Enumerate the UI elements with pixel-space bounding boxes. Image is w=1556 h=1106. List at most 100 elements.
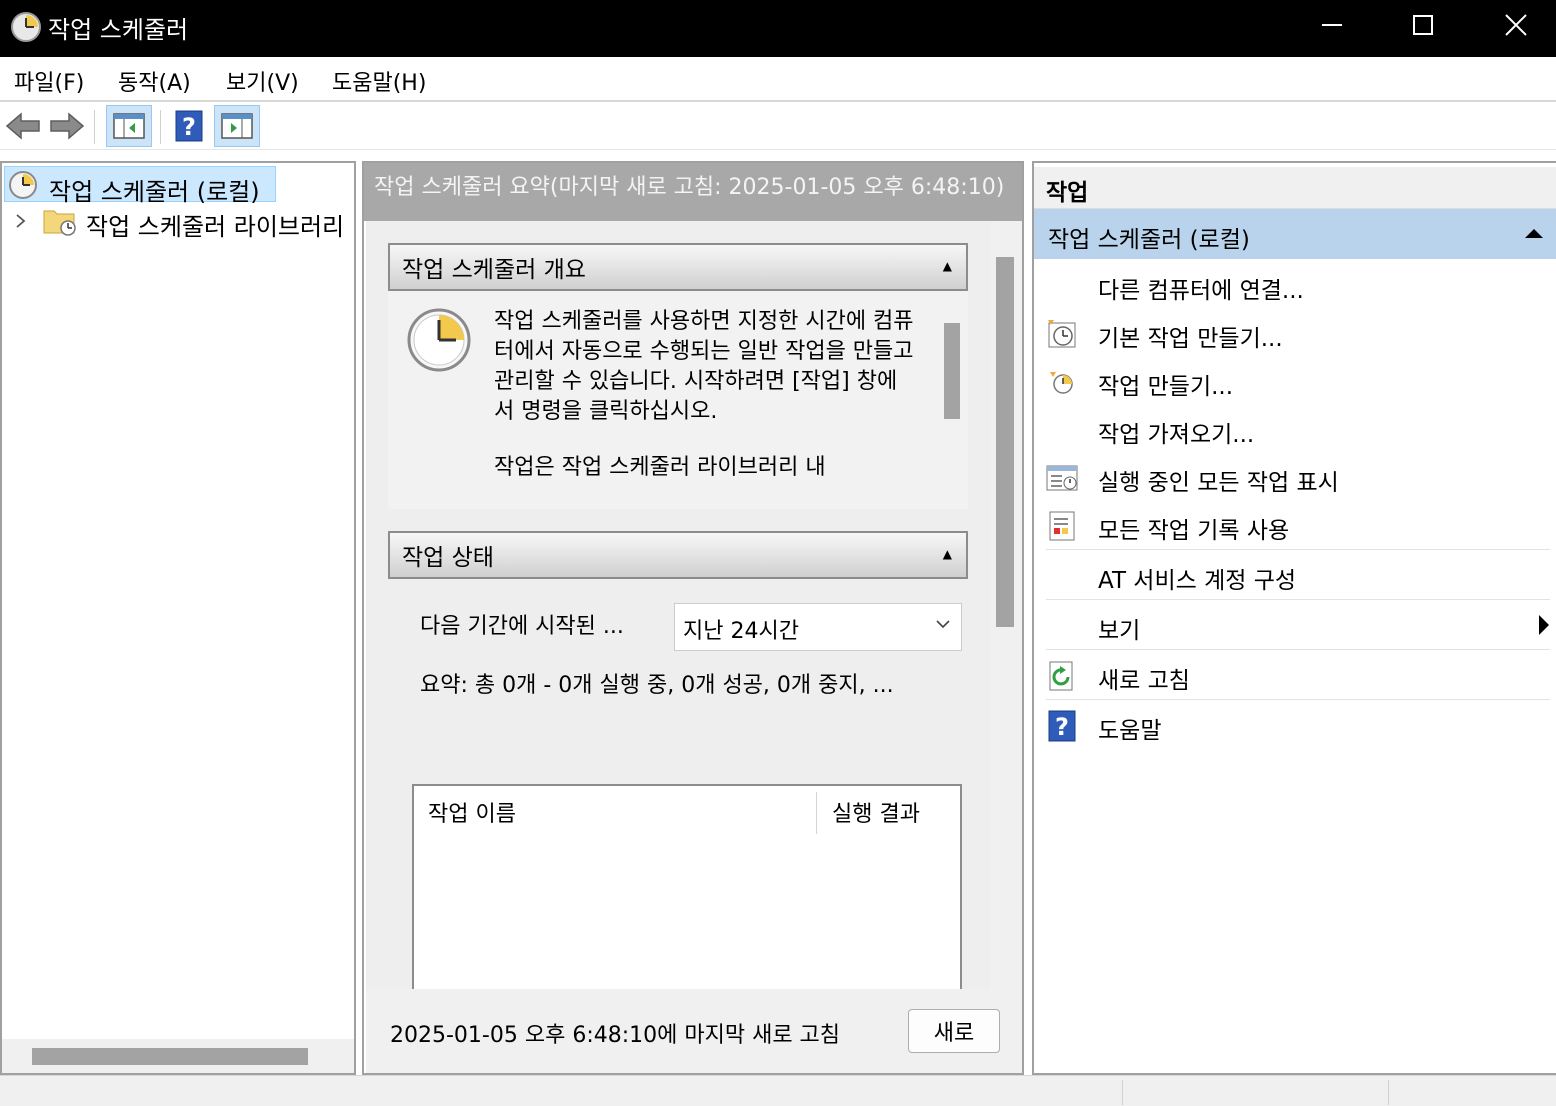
- action-label: 다른 컴퓨터에 연결...: [1098, 278, 1304, 304]
- overview-scrollbar[interactable]: [936, 291, 966, 509]
- toolbar: ?: [0, 102, 1556, 150]
- svg-text:?: ?: [1055, 713, 1069, 741]
- forward-icon: [50, 112, 85, 140]
- chevron-down-icon: [936, 620, 950, 629]
- minimize-icon: [1322, 24, 1342, 26]
- tree-item-label: 작업 스케줄러 라이브러리: [86, 213, 345, 241]
- actions-pane-title: 작업: [1034, 167, 1556, 209]
- action-at-service-account[interactable]: AT 서비스 계정 구성: [1046, 551, 1550, 599]
- back-icon: [5, 112, 40, 140]
- action-create-basic-task[interactable]: 기본 작업 만들기...: [1046, 309, 1550, 357]
- summary-vertical-scrollbar[interactable]: [990, 221, 1022, 989]
- tree-item-label: 작업 스케줄러 (로컬): [49, 178, 260, 206]
- chevron-right-icon[interactable]: [14, 213, 28, 229]
- tree-item-task-scheduler-library[interactable]: 작업 스케줄러 라이브러리: [2, 203, 354, 241]
- actions-separator: [1046, 599, 1550, 600]
- scrollbar-thumb[interactable]: [996, 257, 1014, 627]
- menu-file[interactable]: 파일(F): [14, 65, 84, 97]
- overview-paragraph-2: 작업은 작업 스케줄러 라이브러리 내: [494, 455, 826, 480]
- show-hide-console-tree-icon: [113, 113, 145, 139]
- actions-separator: [1046, 649, 1550, 650]
- refresh-button[interactable]: 새로: [908, 1009, 1000, 1053]
- show-hide-action-pane-button[interactable]: [214, 105, 260, 147]
- period-select[interactable]: 지난 24시간: [674, 603, 962, 651]
- period-label: 다음 기간에 시작된 ...: [420, 614, 624, 639]
- task-status-table: 작업 이름 실행 결과: [412, 784, 962, 989]
- help-button[interactable]: ?: [166, 105, 212, 147]
- close-button[interactable]: [1470, 0, 1556, 50]
- action-import-task[interactable]: 작업 가져오기...: [1046, 405, 1550, 453]
- action-create-task[interactable]: 작업 만들기...: [1046, 357, 1550, 405]
- overview-section-header[interactable]: 작업 스케줄러 개요 ▲: [388, 243, 968, 291]
- collapse-icon[interactable]: ▲: [943, 547, 952, 561]
- create-task-icon: [1050, 372, 1073, 394]
- toolbar-separator: [94, 110, 95, 144]
- toolbar-separator: [160, 110, 161, 144]
- summary-pane: 작업 스케줄러 요약(마지막 새로 고침: 2025-01-05 오후 6:48…: [362, 161, 1024, 1075]
- horizontal-scrollbar[interactable]: [2, 1039, 354, 1073]
- last-refresh-text: 2025-01-05 오후 6:48:10에 마지막 새로 고침: [390, 1023, 841, 1048]
- clock-icon: [407, 308, 471, 372]
- summary-footer: 2025-01-05 오후 6:48:10에 마지막 새로 고침 새로: [366, 989, 1022, 1073]
- action-label: 작업 가져오기...: [1098, 422, 1255, 448]
- svg-text:?: ?: [182, 113, 196, 141]
- action-view[interactable]: 보기: [1046, 601, 1550, 649]
- column-divider[interactable]: [816, 792, 817, 834]
- action-enable-all-tasks-history[interactable]: 모든 작업 기록 사용: [1046, 501, 1550, 549]
- help-icon: ?: [175, 110, 203, 142]
- submenu-arrow-icon: [1539, 615, 1549, 635]
- help-icon: ?: [1048, 710, 1076, 742]
- status-section-title: 작업 상태: [402, 545, 494, 571]
- close-icon: [1505, 14, 1527, 36]
- task-scheduler-app-icon: [11, 12, 41, 42]
- scrollbar-thumb[interactable]: [32, 1048, 308, 1065]
- action-connect-another-computer[interactable]: 다른 컴퓨터에 연결...: [1046, 261, 1550, 309]
- task-history-icon: [1049, 511, 1075, 541]
- overview-section-title: 작업 스케줄러 개요: [402, 257, 586, 283]
- action-display-running-tasks[interactable]: 실행 중인 모든 작업 표시: [1046, 453, 1550, 501]
- overview-box: 작업 스케줄러를 사용하면 지정한 시간에 컴퓨터에서 자동으로 수행되는 일반…: [388, 291, 968, 509]
- show-hide-action-pane-icon: [221, 113, 253, 139]
- action-label: 작업 만들기...: [1098, 374, 1234, 400]
- back-button[interactable]: [0, 105, 46, 147]
- actions-separator: [1046, 699, 1550, 700]
- folder-clock-icon: [43, 210, 76, 236]
- minimize-button[interactable]: [1286, 0, 1378, 50]
- actions-group-label: 작업 스케줄러 (로컬): [1048, 227, 1250, 253]
- scrollbar-thumb[interactable]: [944, 323, 960, 419]
- menu-view[interactable]: 보기(V): [226, 65, 299, 97]
- action-help[interactable]: ? 도움말: [1046, 701, 1550, 749]
- actions-group-header[interactable]: 작업 스케줄러 (로컬): [1034, 209, 1556, 259]
- status-summary: 요약: 총 0개 - 0개 실행 중, 0개 성공, 0개 중지, ...: [420, 673, 894, 698]
- task-scheduler-icon: [9, 171, 37, 199]
- action-label: 새로 고침: [1098, 668, 1190, 694]
- console-tree-pane: 작업 스케줄러 (로컬) 작업 스케줄러 라이브러리: [0, 161, 356, 1075]
- maximize-icon: [1413, 15, 1433, 35]
- collapse-icon[interactable]: ▲: [943, 259, 952, 273]
- menu-help[interactable]: 도움말(H): [332, 65, 426, 97]
- refresh-icon: [1049, 661, 1073, 691]
- window-title: 작업 스케줄러: [48, 16, 189, 44]
- summary-content: 작업 스케줄러 개요 ▲ 작업 스케줄러를 사용하면 지정한 시간에 컴퓨터에서…: [366, 221, 990, 989]
- menu-bar: 파일(F) 동작(A) 보기(V) 도움말(H): [0, 57, 1556, 102]
- action-label: 모든 작업 기록 사용: [1098, 518, 1290, 544]
- actions-pane: 작업 작업 스케줄러 (로컬) 다른 컴퓨터에 연결... 기본 작업 만들기.…: [1032, 161, 1556, 1075]
- menu-action[interactable]: 동작(A): [118, 65, 191, 97]
- status-section-header[interactable]: 작업 상태 ▲: [388, 531, 968, 579]
- running-tasks-icon: [1046, 465, 1078, 491]
- column-header-task-name[interactable]: 작업 이름: [414, 786, 530, 834]
- collapse-up-icon[interactable]: [1524, 227, 1544, 239]
- action-refresh[interactable]: 새로 고침: [1046, 651, 1550, 699]
- column-header-run-result[interactable]: 실행 결과: [818, 786, 934, 834]
- status-divider: [1388, 1080, 1389, 1105]
- actions-separator: [1046, 549, 1550, 550]
- action-label: 도움말: [1098, 718, 1162, 744]
- period-select-value: 지난 24시간: [683, 619, 799, 644]
- forward-button[interactable]: [44, 105, 90, 147]
- title-bar: 작업 스케줄러: [0, 0, 1556, 57]
- show-hide-console-tree-button[interactable]: [106, 105, 152, 147]
- action-label: 보기: [1098, 618, 1141, 644]
- maximize-button[interactable]: [1377, 0, 1469, 50]
- actions-title: 작업: [1046, 180, 1089, 206]
- tree-item-task-scheduler-local[interactable]: 작업 스케줄러 (로컬): [4, 166, 276, 206]
